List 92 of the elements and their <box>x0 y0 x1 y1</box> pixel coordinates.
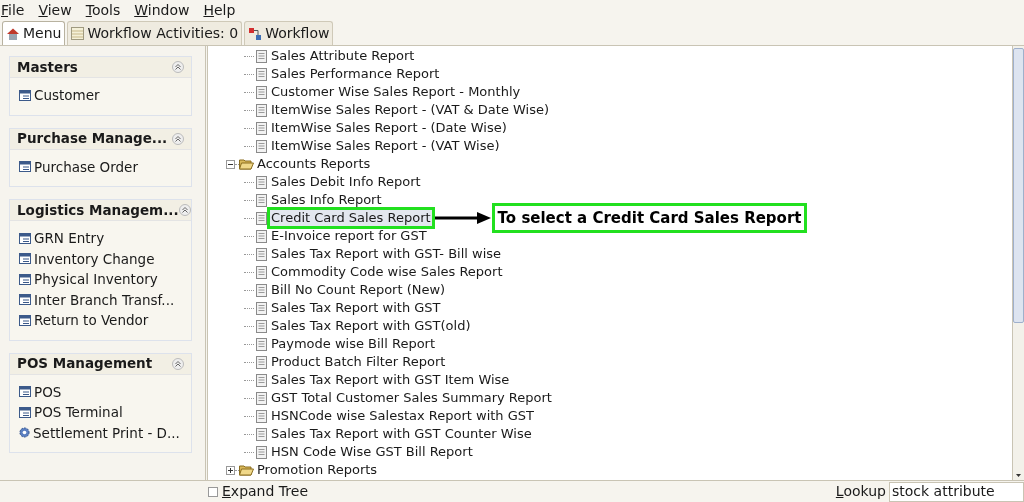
sidebar-item[interactable]: Settlement Print - D... <box>33 422 180 443</box>
document-icon <box>256 229 267 243</box>
sidebar-item[interactable]: Inter Branch Transf... <box>34 289 175 310</box>
checkbox[interactable] <box>208 486 218 497</box>
document-icon <box>256 373 267 387</box>
callout-label: To select a Credit Card Sales Report <box>491 202 808 234</box>
form-icon <box>19 314 31 326</box>
tree-item[interactable]: Bill No Count Report (New) <box>270 282 447 298</box>
collapse-icon[interactable] <box>226 159 235 169</box>
document-icon <box>256 139 267 153</box>
document-icon <box>256 265 267 279</box>
document-icon <box>256 67 267 81</box>
menu-item[interactable]: Tools <box>85 0 121 21</box>
tree-item[interactable]: Product Batch Filter Report <box>270 354 447 370</box>
form-icon <box>19 232 31 244</box>
sidebar-item[interactable]: Physical Inventory <box>34 269 158 290</box>
arrow-icon <box>434 211 491 225</box>
form-icon <box>19 161 31 173</box>
sidebar-item[interactable]: Return to Vendor <box>34 310 149 331</box>
lookup-field[interactable]: stock attribute <box>889 481 1024 502</box>
lookup-label: Lookup <box>835 482 886 501</box>
form-icon <box>19 89 31 101</box>
document-icon <box>256 355 267 369</box>
tree-item[interactable]: Sales Tax Report with GST- Bill wise <box>270 246 503 262</box>
folder-icon <box>239 158 254 170</box>
tab[interactable]: Workflow Activities: 0 <box>67 21 243 45</box>
tree-item[interactable]: ItemWise Sales Report - (VAT Wise) <box>270 138 501 154</box>
tree-item[interactable]: GST Total Customer Sales Summary Report <box>270 390 553 406</box>
checkbox-label[interactable]: Expand Tree <box>222 481 308 502</box>
form-icon <box>19 406 31 418</box>
document-icon <box>256 391 267 405</box>
folder-label[interactable]: Accounts Reports <box>257 154 371 174</box>
document-icon <box>256 427 267 441</box>
menu-item[interactable]: File <box>1 0 25 21</box>
form-icon <box>19 253 31 265</box>
tree-item[interactable]: Sales Debit Info Report <box>270 174 422 190</box>
panel-title: Logistics Managem... <box>17 200 179 220</box>
document-icon <box>256 103 267 117</box>
document-icon <box>256 409 267 423</box>
tree-item[interactable]: Sales Tax Report with GST <box>270 300 442 316</box>
panel-title: Purchase Manage... <box>17 129 168 149</box>
tree-item[interactable]: HSNCode wise Salestax Report with GST <box>270 408 535 424</box>
tree-item[interactable]: Commodity Code wise Sales Report <box>270 264 504 280</box>
sidebar-item[interactable]: Inventory Change <box>34 248 155 269</box>
menu-item[interactable]: Help <box>203 0 236 21</box>
sidebar-item[interactable]: POS <box>34 381 62 402</box>
tree-item[interactable]: Sales Info Report <box>270 192 383 208</box>
menu-item[interactable]: Window <box>134 0 190 21</box>
form-icon <box>19 273 31 285</box>
tree-item[interactable]: ItemWise Sales Report - (VAT & Date Wise) <box>270 102 551 118</box>
sidebar-item[interactable]: Purchase Order <box>34 156 138 177</box>
tree-item[interactable]: Sales Performance Report <box>270 66 441 82</box>
tree-item[interactable]: Sales Tax Report with GST Item Wise <box>270 372 511 388</box>
document-icon <box>256 49 267 63</box>
document-icon <box>256 301 267 315</box>
folder-label[interactable]: Promotion Reports <box>257 460 378 480</box>
document-icon <box>256 445 267 459</box>
tab[interactable]: Workflow <box>244 21 334 45</box>
panel-title: Masters <box>17 57 78 77</box>
document-icon <box>256 175 267 189</box>
tree-item[interactable]: Sales Tax Report with GST(old) <box>270 318 472 334</box>
form-icon <box>19 294 31 306</box>
tree-item[interactable]: ItemWise Sales Report - (Date Wise) <box>270 120 508 136</box>
document-icon <box>256 283 267 297</box>
sidebar-item[interactable]: GRN Entry <box>34 228 105 249</box>
tree-item[interactable]: E-Invoice report for GST <box>270 228 428 244</box>
document-icon <box>256 319 267 333</box>
table-icon <box>71 27 85 40</box>
scrollbar[interactable] <box>1012 46 1024 480</box>
document-icon <box>256 211 267 225</box>
tree-item[interactable]: Credit Card Sales Report <box>270 210 432 226</box>
tree-item[interactable]: Sales Attribute Report <box>270 48 416 64</box>
tree-item[interactable]: Paymode wise Bill Report <box>270 336 437 352</box>
document-icon <box>256 193 267 207</box>
house-icon <box>6 26 20 41</box>
tree-item[interactable]: HSN Code Wise GST Bill Report <box>270 444 474 460</box>
expand-icon[interactable] <box>226 465 235 475</box>
workflow-icon <box>248 26 263 41</box>
tree-item[interactable]: Sales Tax Report with GST Counter Wise <box>270 426 533 442</box>
panel-title: POS Management <box>17 354 153 374</box>
document-icon <box>256 85 267 99</box>
folder-icon <box>239 464 254 476</box>
tab[interactable]: Menu <box>2 21 66 45</box>
document-icon <box>256 121 267 135</box>
gear-icon <box>19 427 30 439</box>
menu-item[interactable]: View <box>38 0 72 21</box>
tree-item[interactable]: Customer Wise Sales Report - Monthly <box>270 84 522 100</box>
sidebar-item[interactable]: Customer <box>34 85 100 106</box>
sidebar-item[interactable]: POS Terminal <box>34 402 123 423</box>
document-icon <box>256 337 267 351</box>
document-icon <box>256 247 267 261</box>
form-icon <box>19 386 31 398</box>
